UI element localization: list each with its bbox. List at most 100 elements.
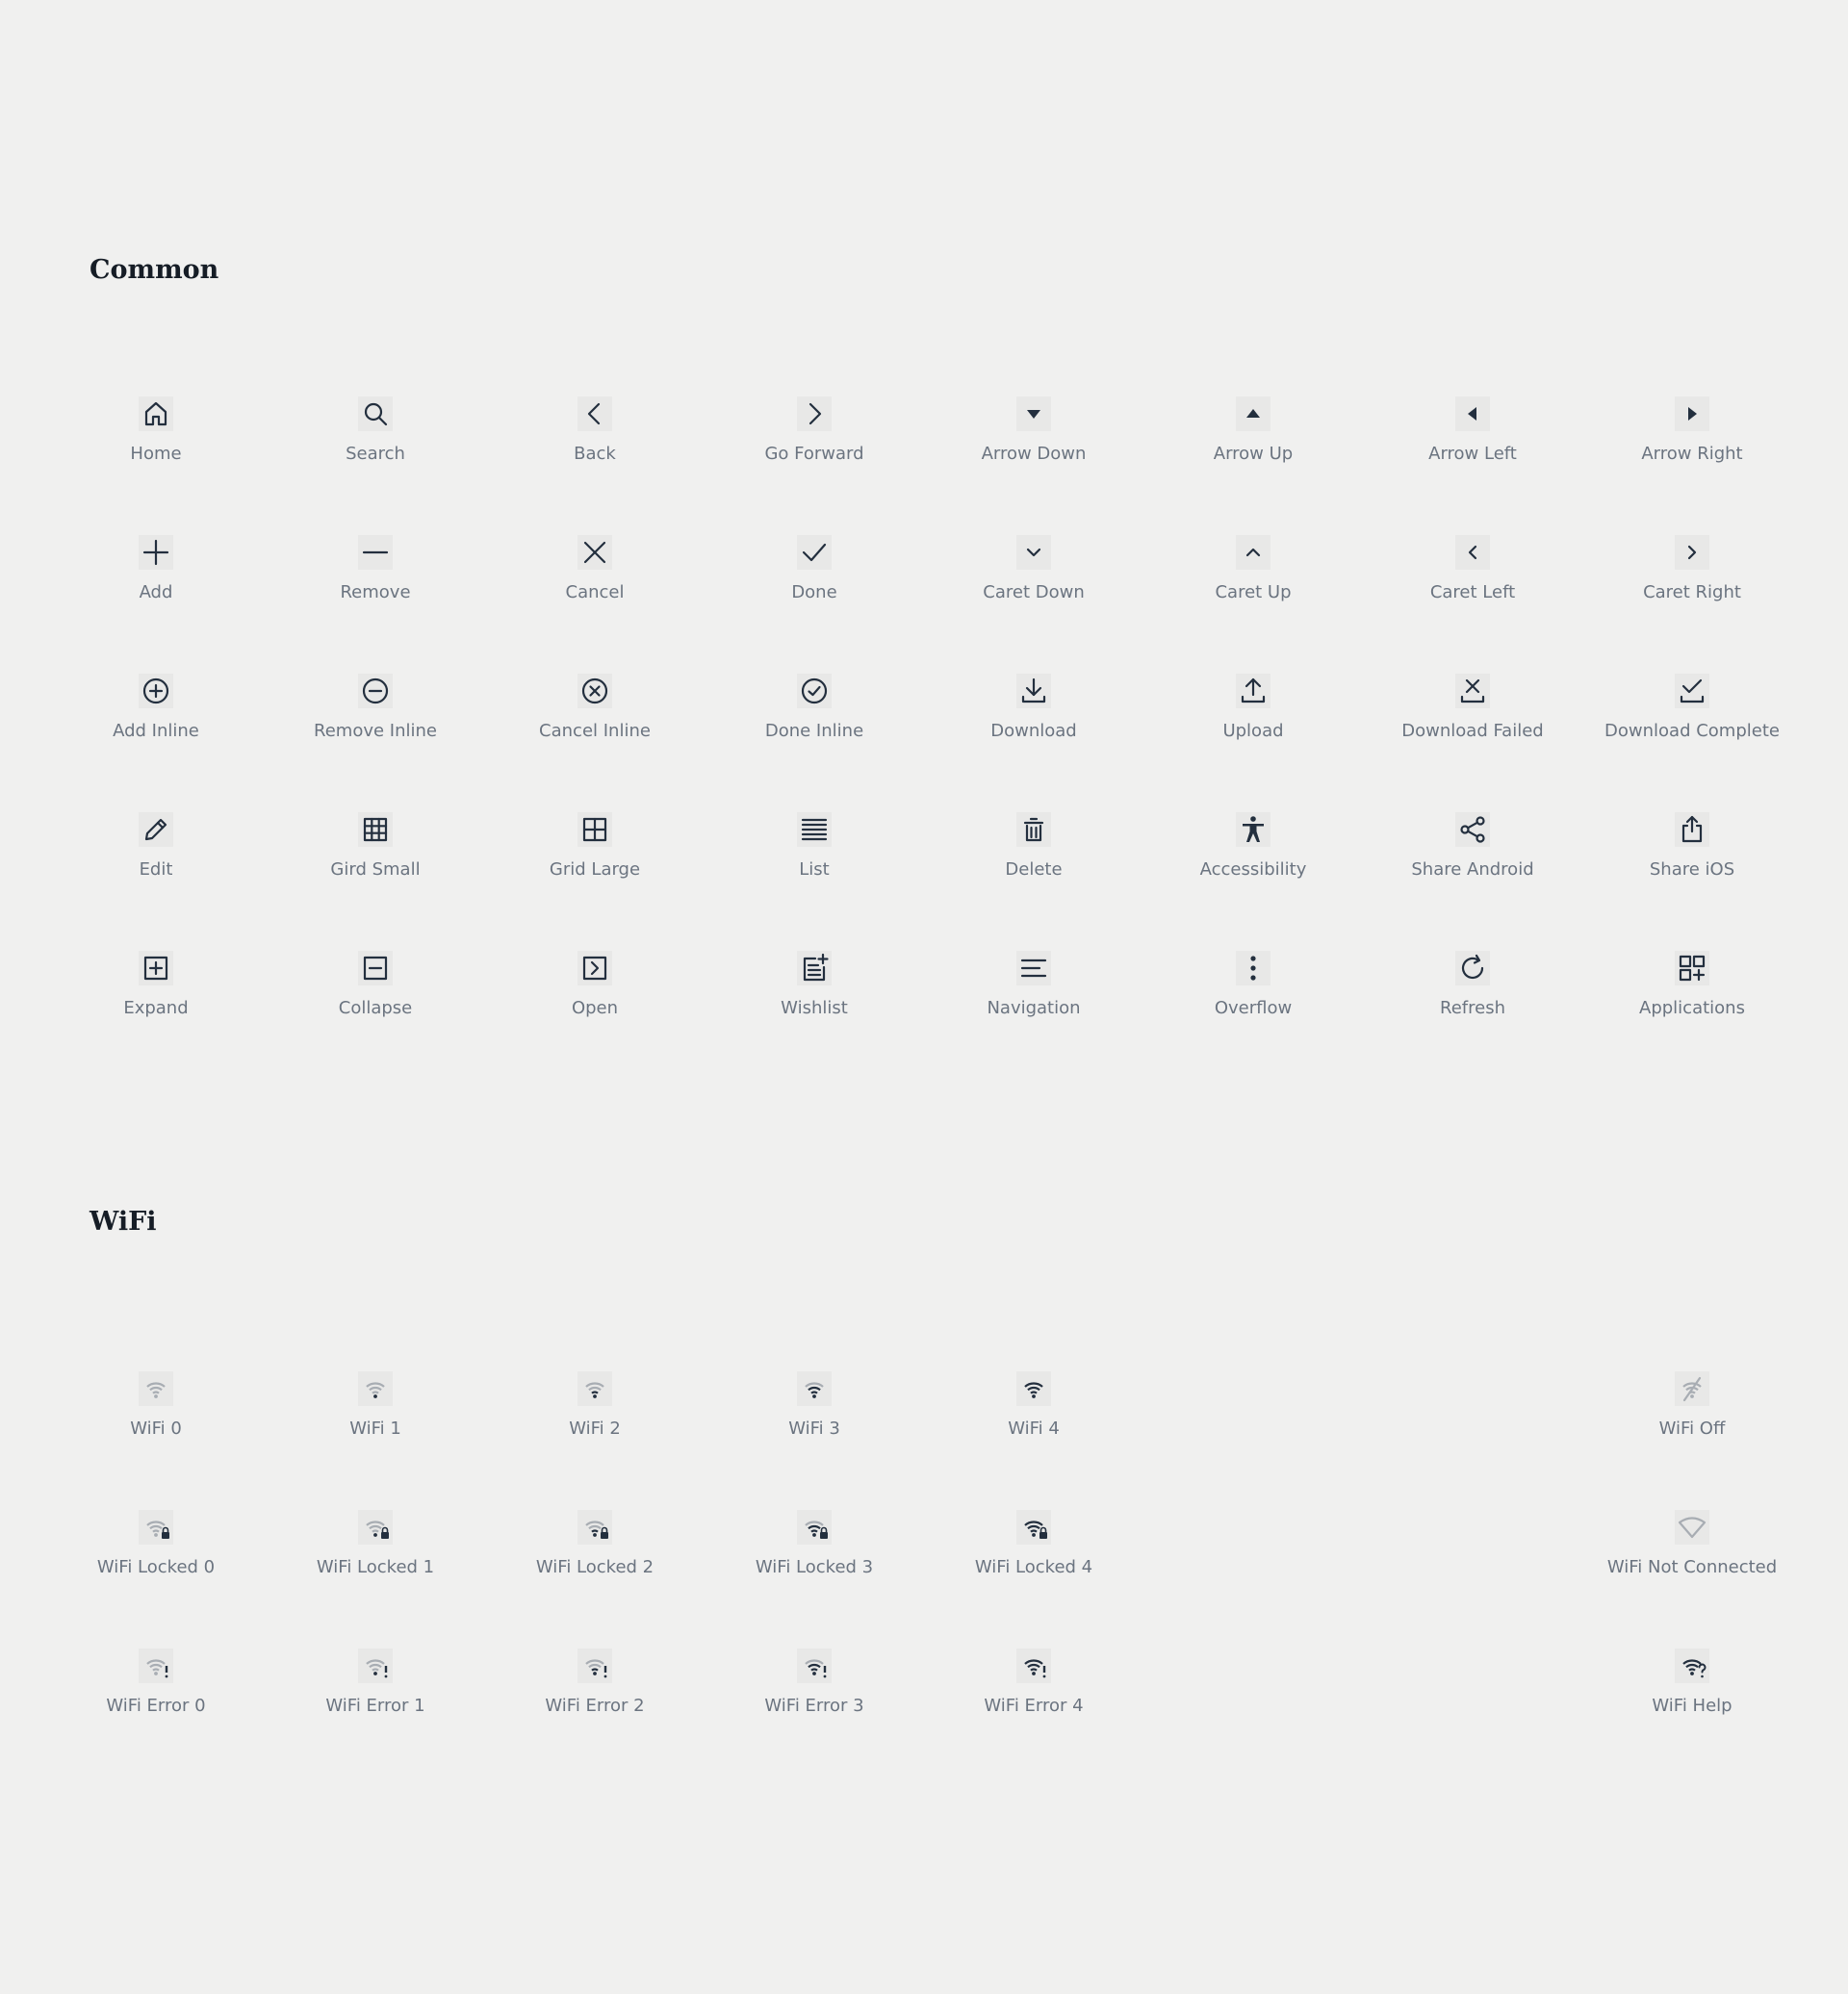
wishlist-icon [797,951,832,985]
icon-tile-wifi-locked-0[interactable]: WiFi Locked 0 [46,1493,266,1608]
wifi-3-icon [797,1371,832,1406]
icon-tile-expand[interactable]: Expand [46,933,266,1049]
icon-tile-wifi-help[interactable]: WiFi Help [1582,1631,1802,1747]
icon-label: Share iOS [1649,859,1735,880]
done-inline-icon [797,674,832,708]
wifi-1-icon [358,1371,393,1406]
icon-label: WiFi Help [1652,1696,1732,1716]
download-complete-icon [1675,674,1709,708]
icon-tile-open[interactable]: Open [485,933,705,1049]
icon-tile-wifi-error-1[interactable]: WiFi Error 1 [266,1631,485,1747]
caret-down-icon [1016,535,1051,570]
icon-tile-grid-small[interactable]: Gird Small [266,795,485,910]
wifi-error-0-icon [139,1649,173,1683]
icon-tile-cancel[interactable]: Cancel [485,518,705,633]
icon-tile-delete[interactable]: Delete [924,795,1143,910]
icon-label: Remove Inline [314,721,437,741]
icon-label: WiFi 2 [569,1419,621,1439]
icon-tile-overflow[interactable]: Overflow [1143,933,1363,1049]
icon-label: Accessibility [1199,859,1307,880]
icon-tile-wifi-error-3[interactable]: WiFi Error 3 [705,1631,924,1747]
wifi-locked-1-icon [358,1510,393,1545]
icon-tile-wifi-3[interactable]: WiFi 3 [705,1354,924,1470]
icon-tile-share-ios[interactable]: Share iOS [1582,795,1802,910]
icon-tile-wifi-2[interactable]: WiFi 2 [485,1354,705,1470]
icon-tile-back[interactable]: Back [485,379,705,495]
share-ios-icon [1675,812,1709,847]
icon-tile-wifi-error-2[interactable]: WiFi Error 2 [485,1631,705,1747]
icon-label: Applications [1639,998,1745,1018]
icon-tile-wifi-locked-4[interactable]: WiFi Locked 4 [924,1493,1143,1608]
icon-tile-cancel-inline[interactable]: Cancel Inline [485,656,705,772]
icon-label: Download Failed [1401,721,1544,741]
icon-tile-arrow-up[interactable]: Arrow Up [1143,379,1363,495]
icon-tile-search[interactable]: Search [266,379,485,495]
icon-tile-accessibility[interactable]: Accessibility [1143,795,1363,910]
icon-tile-edit[interactable]: Edit [46,795,266,910]
icon-tile-upload[interactable]: Upload [1143,656,1363,772]
icon-label: Go Forward [764,444,864,464]
icon-label: Cancel [565,582,625,602]
icon-tile-wishlist[interactable]: Wishlist [705,933,924,1049]
wifi-locked-0-icon [139,1510,173,1545]
applications-icon [1675,951,1709,985]
icon-tile-caret-left[interactable]: Caret Left [1363,518,1582,633]
back-icon [578,396,612,431]
open-icon [578,951,612,985]
icon-tile-collapse[interactable]: Collapse [266,933,485,1049]
icon-tile-navigation[interactable]: Navigation [924,933,1143,1049]
add-inline-icon [139,674,173,708]
icon-tile-grid-large[interactable]: Grid Large [485,795,705,910]
icon-label: Wishlist [781,998,848,1018]
collapse-icon [358,951,393,985]
icon-label: Arrow Up [1213,444,1294,464]
edit-icon [139,812,173,847]
icon-tile-wifi-locked-3[interactable]: WiFi Locked 3 [705,1493,924,1608]
icon-label: Navigation [987,998,1081,1018]
icon-label: WiFi Error 0 [106,1696,206,1716]
icon-tile-applications[interactable]: Applications [1582,933,1802,1049]
icon-label: Add [139,582,173,602]
caret-right-icon [1675,535,1709,570]
icon-tile-wifi-off[interactable]: WiFi Off [1582,1354,1802,1470]
download-icon [1016,674,1051,708]
icon-tile-wifi-locked-2[interactable]: WiFi Locked 2 [485,1493,705,1608]
refresh-icon [1455,951,1490,985]
icon-tile-list[interactable]: List [705,795,924,910]
icon-label: Add Inline [113,721,199,741]
icon-tile-add[interactable]: Add [46,518,266,633]
wifi-error-1-icon [358,1649,393,1683]
icon-label: WiFi 4 [1008,1419,1060,1439]
icon-tile-caret-down[interactable]: Caret Down [924,518,1143,633]
icon-label: WiFi Error 3 [764,1696,864,1716]
icon-tile-caret-right[interactable]: Caret Right [1582,518,1802,633]
icon-tile-add-inline[interactable]: Add Inline [46,656,266,772]
icon-tile-wifi-1[interactable]: WiFi 1 [266,1354,485,1470]
icon-tile-download[interactable]: Download [924,656,1143,772]
icon-tile-wifi-error-0[interactable]: WiFi Error 0 [46,1631,266,1747]
grid-small-icon [358,812,393,847]
icon-label: Refresh [1440,998,1505,1018]
icon-tile-arrow-right[interactable]: Arrow Right [1582,379,1802,495]
wifi-locked-4-icon [1016,1510,1051,1545]
icon-tile-arrow-down[interactable]: Arrow Down [924,379,1143,495]
icon-tile-go-forward[interactable]: Go Forward [705,379,924,495]
icon-tile-done-inline[interactable]: Done Inline [705,656,924,772]
icon-tile-caret-up[interactable]: Caret Up [1143,518,1363,633]
icon-tile-done[interactable]: Done [705,518,924,633]
icon-tile-download-complete[interactable]: Download Complete [1582,656,1802,772]
icon-label: List [799,859,830,880]
icon-tile-wifi-error-4[interactable]: WiFi Error 4 [924,1631,1143,1747]
icon-tile-wifi-not-connected[interactable]: WiFi Not Connected [1582,1493,1802,1608]
icon-tile-download-failed[interactable]: Download Failed [1363,656,1582,772]
icon-tile-remove-inline[interactable]: Remove Inline [266,656,485,772]
icon-tile-wifi-4[interactable]: WiFi 4 [924,1354,1143,1470]
remove-inline-icon [358,674,393,708]
icon-tile-refresh[interactable]: Refresh [1363,933,1582,1049]
icon-tile-share-android[interactable]: Share Android [1363,795,1582,910]
icon-tile-wifi-0[interactable]: WiFi 0 [46,1354,266,1470]
icon-tile-arrow-left[interactable]: Arrow Left [1363,379,1582,495]
icon-tile-home[interactable]: Home [46,379,266,495]
icon-tile-wifi-locked-1[interactable]: WiFi Locked 1 [266,1493,485,1608]
icon-tile-remove[interactable]: Remove [266,518,485,633]
